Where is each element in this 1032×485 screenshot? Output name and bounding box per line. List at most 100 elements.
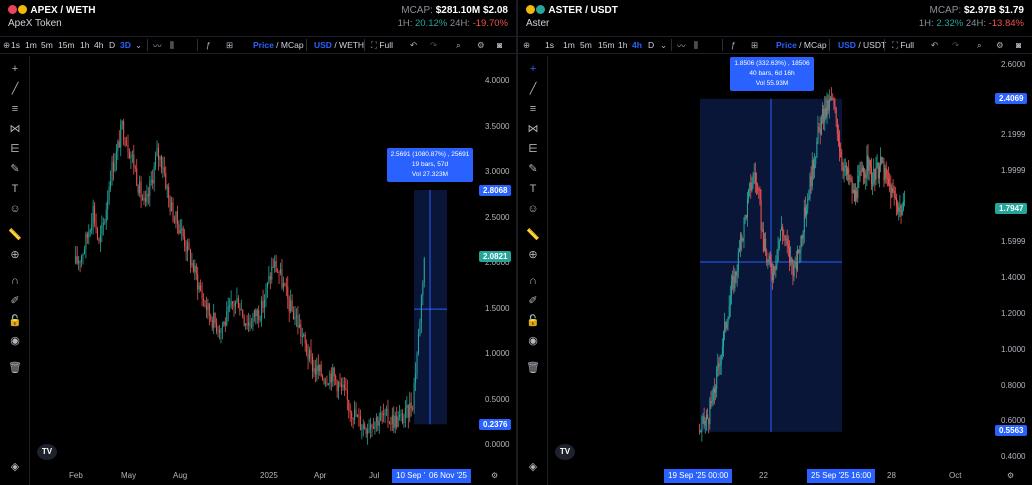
candle-body <box>840 151 842 158</box>
usd-toggle[interactable]: USD <box>838 40 856 50</box>
tf-15m[interactable]: 15m <box>58 40 75 50</box>
tf-5m[interactable]: 5m <box>580 40 592 50</box>
quote-toggle[interactable]: USDT <box>863 40 886 50</box>
full-button[interactable]: Full <box>900 40 914 50</box>
left-x-axis[interactable]: Feb May Aug 2025 Apr Jul 10 Sep ' 06 Nov… <box>31 467 516 485</box>
brush-icon[interactable]: ✎ <box>8 162 22 176</box>
pencil-lock-icon[interactable]: ✐ <box>526 294 540 308</box>
tradingview-logo[interactable]: TV <box>37 444 57 460</box>
zoom-icon[interactable]: ⌕ <box>456 40 461 51</box>
right-y-axis[interactable]: 2.6000 2.1999 1.9999 1.5999 1.4000 1.200… <box>995 56 1032 467</box>
emoji-icon[interactable]: ☺ <box>526 202 540 216</box>
magnet-icon[interactable]: ∩ <box>8 274 22 288</box>
eye-icon[interactable]: ◉ <box>526 334 540 348</box>
layers-icon[interactable]: ◈ <box>8 460 22 474</box>
right-x-axis[interactable]: 19 Sep '25 00:00 22 25 Sep '25 16:00 28 … <box>549 467 1032 485</box>
tf-1m[interactable]: 1m <box>563 40 575 50</box>
tf-d[interactable]: D <box>648 40 654 50</box>
tf-1h[interactable]: 1h <box>618 40 627 50</box>
line-chart-icon[interactable]: 〰 <box>677 40 686 52</box>
add-symbol-icon[interactable]: ⊕ <box>523 40 530 51</box>
horizontal-lines-icon[interactable]: ≡ <box>8 102 22 116</box>
lock-icon[interactable]: 🔓 <box>8 314 22 328</box>
redo-icon[interactable]: ↷ <box>430 40 437 51</box>
fullscreen-icon[interactable]: ⛶ <box>892 40 898 50</box>
tf-1s[interactable]: 1s <box>545 40 554 50</box>
camera-icon[interactable]: ◙ <box>1016 40 1021 50</box>
trash-icon[interactable]: 🗑 <box>8 361 22 375</box>
axis-settings-icon[interactable]: ⚙ <box>491 471 498 480</box>
line-chart-icon[interactable]: 〰 <box>153 40 162 52</box>
trendline-icon[interactable]: ╱ <box>526 82 540 96</box>
candle-body <box>744 215 746 220</box>
crosshair-icon[interactable]: + <box>8 62 22 76</box>
crosshair-icon[interactable]: + <box>526 62 540 76</box>
undo-icon[interactable]: ↶ <box>410 40 417 51</box>
text-icon[interactable]: T <box>526 182 540 196</box>
layout-grid-icon[interactable]: ⊞ <box>226 40 233 51</box>
right-plot-area[interactable]: 1.8506 (332.63%) , 18506 40 bars, 6d 16h… <box>549 56 995 467</box>
tf-1m[interactable]: 1m <box>25 40 37 50</box>
ruler-icon[interactable]: 📏 <box>8 228 22 242</box>
fib-icon[interactable]: ⋿ <box>8 142 22 156</box>
left-pair-title[interactable]: APEX / WETH <box>8 5 95 16</box>
candle-body <box>756 182 758 185</box>
left-plot-area[interactable]: 2.5691 (1080.87%) , 25691 19 bars, 57d V… <box>31 56 479 467</box>
camera-icon[interactable]: ◙ <box>497 40 502 50</box>
add-symbol-icon[interactable]: ⊕ <box>3 40 10 51</box>
candle-body <box>169 198 171 212</box>
pattern-icon[interactable]: ⋈ <box>8 122 22 136</box>
right-pair-title[interactable]: ASTER / USDT <box>526 5 618 16</box>
indicators-icon[interactable]: ƒ <box>206 40 211 50</box>
tf-1h[interactable]: 1h <box>80 40 89 50</box>
settings-gear-icon[interactable]: ⚙ <box>477 40 485 51</box>
tf-1s[interactable]: 1s <box>11 40 20 50</box>
indicators-icon[interactable]: ƒ <box>731 40 736 50</box>
layers-icon[interactable]: ◈ <box>526 460 540 474</box>
horizontal-lines-icon[interactable]: ≡ <box>526 102 540 116</box>
mcap-toggle[interactable]: MCap <box>804 40 827 50</box>
pencil-lock-icon[interactable]: ✐ <box>8 294 22 308</box>
tf-d[interactable]: D <box>109 40 115 50</box>
lock-icon[interactable]: 🔓 <box>526 314 540 328</box>
settings-gear-icon[interactable]: ⚙ <box>996 40 1004 51</box>
emoji-icon[interactable]: ☺ <box>8 202 22 216</box>
chevron-down-icon[interactable]: ⌄ <box>660 40 667 51</box>
pattern-icon[interactable]: ⋈ <box>526 122 540 136</box>
left-y-axis[interactable]: 4.0000 3.5000 3.0000 2.5000 2.0000 1.500… <box>479 56 516 467</box>
eye-icon[interactable]: ◉ <box>8 334 22 348</box>
text-icon[interactable]: T <box>8 182 22 196</box>
fullscreen-icon[interactable]: ⛶ <box>371 40 377 50</box>
price-toggle[interactable]: Price <box>253 40 274 50</box>
redo-icon[interactable]: ↷ <box>952 40 959 51</box>
trash-icon[interactable]: 🗑 <box>526 361 540 375</box>
trendline-icon[interactable]: ╱ <box>8 82 22 96</box>
tf-4h[interactable]: 4h <box>94 40 103 50</box>
tf-4h[interactable]: 4h <box>632 40 642 50</box>
zoom-icon[interactable]: ⌕ <box>977 40 982 51</box>
chevron-down-icon[interactable]: ⌄ <box>135 40 142 51</box>
price-toggle[interactable]: Price <box>776 40 797 50</box>
fib-icon[interactable]: ⋿ <box>526 142 540 156</box>
candle-body <box>224 321 226 326</box>
usd-toggle[interactable]: USD <box>314 40 332 50</box>
tf-3d[interactable]: 3D <box>120 40 131 50</box>
candles-icon[interactable]: ⫼ <box>170 40 174 51</box>
tf-15m[interactable]: 15m <box>598 40 615 50</box>
brush-icon[interactable]: ✎ <box>526 162 540 176</box>
candle-body <box>367 429 369 435</box>
axis-settings-icon[interactable]: ⚙ <box>1007 471 1014 480</box>
zoom-in-icon[interactable]: ⊕ <box>526 248 540 262</box>
layout-grid-icon[interactable]: ⊞ <box>751 40 758 51</box>
tradingview-logo[interactable]: TV <box>555 444 575 460</box>
tf-5m[interactable]: 5m <box>41 40 53 50</box>
ruler-icon[interactable]: 📏 <box>526 228 540 242</box>
undo-icon[interactable]: ↶ <box>931 40 938 51</box>
magnet-icon[interactable]: ∩ <box>526 274 540 288</box>
full-button[interactable]: Full <box>379 40 393 50</box>
candle-body <box>861 167 863 171</box>
candles-icon[interactable]: ⫼ <box>694 40 698 51</box>
zoom-in-icon[interactable]: ⊕ <box>8 248 22 262</box>
mcap-toggle[interactable]: MCap <box>281 40 304 50</box>
quote-toggle[interactable]: WETH <box>339 40 364 50</box>
